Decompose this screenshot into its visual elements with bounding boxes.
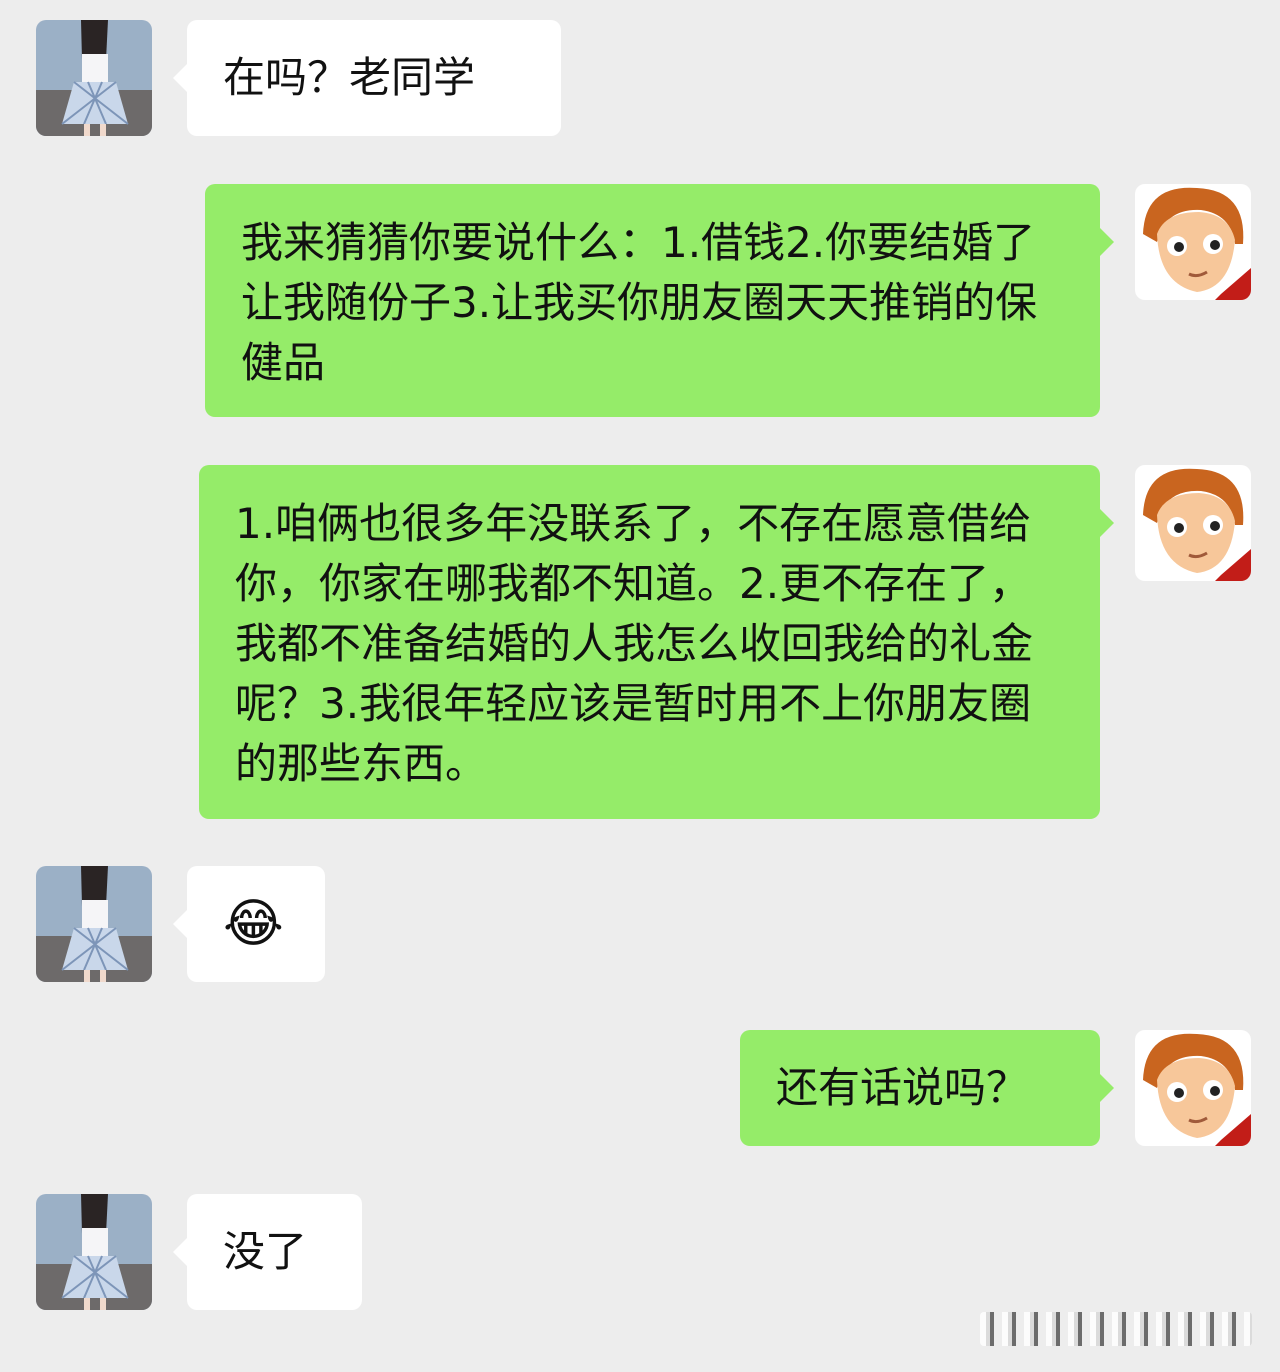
message-text: 没了 bbox=[223, 1227, 308, 1276]
message-bubble[interactable]: 😂 bbox=[173, 866, 325, 982]
message-bubble[interactable]: 还有话说吗？ bbox=[740, 1030, 1114, 1146]
cartoon-boy-avatar-icon[interactable] bbox=[1135, 184, 1251, 300]
watermark-decoration bbox=[980, 1312, 1252, 1346]
message-bubble[interactable]: 我来猜猜你要说什么：1.借钱2.你要结婚了让我随份子3.让我买你朋友圈天天推销的… bbox=[205, 184, 1114, 417]
message-bubble[interactable]: 没了 bbox=[173, 1194, 362, 1310]
girl-photo-avatar-icon[interactable] bbox=[36, 1194, 152, 1310]
girl-photo-avatar-icon[interactable] bbox=[36, 20, 152, 136]
crying-laughing-emoji-icon: 😂 bbox=[223, 894, 284, 954]
message-text: 还有话说吗？ bbox=[776, 1063, 1029, 1112]
message-text: 1.咱俩也很多年没联系了，不存在愿意借给你，你家在哪我都不知道。2.更不存在了，… bbox=[235, 499, 1034, 788]
girl-photo-avatar-icon[interactable] bbox=[36, 866, 152, 982]
message-bubble[interactable]: 1.咱俩也很多年没联系了，不存在愿意借给你，你家在哪我都不知道。2.更不存在了，… bbox=[199, 465, 1114, 819]
chat-view: 在吗？老同学 我来猜猜你要说什么：1.借钱2.你要结婚了让我随份子3.让我买你朋… bbox=[0, 0, 1280, 1372]
message-text: 在吗？老同学 bbox=[223, 53, 476, 102]
message-bubble[interactable]: 在吗？老同学 bbox=[173, 20, 561, 136]
message-text: 我来猜猜你要说什么：1.借钱2.你要结婚了让我随份子3.让我买你朋友圈天天推销的… bbox=[241, 218, 1038, 387]
cartoon-boy-avatar-icon[interactable] bbox=[1135, 465, 1251, 581]
cartoon-boy-avatar-icon[interactable] bbox=[1135, 1030, 1251, 1146]
